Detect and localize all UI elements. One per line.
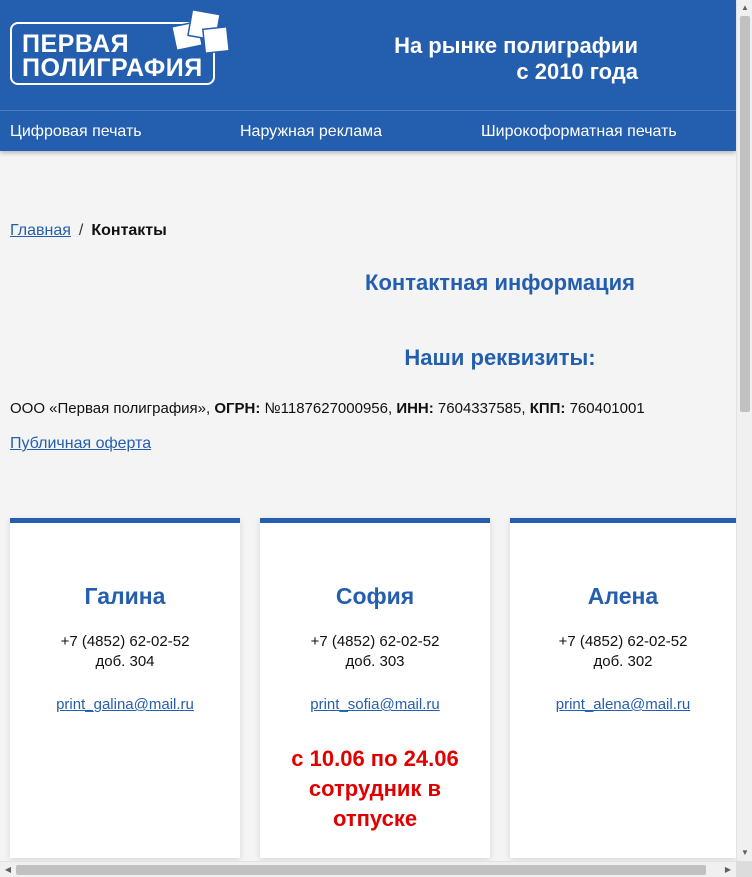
nav-item-digital-print[interactable]: Цифровая печать bbox=[10, 123, 142, 141]
page-title: Контактная информация bbox=[365, 270, 635, 295]
logo-line-2: ПОЛИГРАФИЯ bbox=[22, 54, 203, 82]
site-logo[interactable]: ПЕРВАЯ ПОЛИГРАФИЯ bbox=[10, 8, 231, 85]
company-name: ООО «Первая полиграфия», bbox=[10, 400, 215, 417]
scrollbar-corner bbox=[736, 861, 752, 877]
scroll-right-arrow-icon[interactable]: ▶ bbox=[720, 862, 736, 877]
contact-extension: доб. 304 bbox=[95, 653, 155, 670]
contact-email-link[interactable]: print_sofia@mail.ru bbox=[310, 696, 439, 713]
header-tagline: На рынке полиграфии с 2010 года bbox=[330, 33, 638, 85]
vacation-notice: с 10.06 по 24.06 сотрудник в отпуске bbox=[260, 744, 490, 834]
contact-extension: доб. 303 bbox=[345, 653, 405, 670]
contact-phone: +7 (4852) 62-02-52 bbox=[558, 633, 688, 650]
tagline-line-1: На рынке полиграфии bbox=[394, 33, 638, 58]
contact-name: Алена bbox=[587, 583, 659, 609]
contact-extension: доб. 302 bbox=[593, 653, 653, 670]
breadcrumb-home-link[interactable]: Главная bbox=[10, 222, 71, 239]
contact-email-link[interactable]: print_alena@mail.ru bbox=[556, 696, 690, 713]
company-requisites: ООО «Первая полиграфия», ОГРН: №11876270… bbox=[10, 400, 645, 417]
site-header: ПЕРВАЯ ПОЛИГРАФИЯ На рынке полиграфии с … bbox=[0, 0, 736, 151]
contact-phone: +7 (4852) 62-02-52 bbox=[60, 633, 190, 650]
vacation-notice-line: сотрудник в bbox=[308, 776, 442, 801]
horizontal-scroll-thumb[interactable] bbox=[16, 865, 706, 875]
contact-card-galina: Галина +7 (4852) 62-02-52 доб. 304 print… bbox=[10, 518, 240, 858]
scroll-down-arrow-icon[interactable]: ▼ bbox=[737, 845, 752, 861]
horizontal-scrollbar[interactable]: ◀ ▶ bbox=[0, 861, 736, 877]
public-offer-link[interactable]: Публичная оферта bbox=[10, 435, 151, 453]
breadcrumb: Главная / Контакты bbox=[10, 222, 167, 240]
contact-card-alena: Алена +7 (4852) 62-02-52 доб. 302 print_… bbox=[510, 518, 736, 858]
main-nav: Цифровая печать Наружная реклама Широкоф… bbox=[0, 110, 736, 151]
vacation-notice-line: отпуске bbox=[332, 806, 418, 831]
ogrn-label: ОГРН: bbox=[214, 400, 261, 417]
vertical-scroll-thumb[interactable] bbox=[740, 16, 750, 412]
breadcrumb-separator: / bbox=[78, 222, 84, 239]
inn-value: 7604337585, bbox=[433, 400, 530, 417]
kpp-value: 760401001 bbox=[565, 400, 645, 417]
scroll-left-arrow-icon[interactable]: ◀ bbox=[0, 862, 16, 877]
ogrn-value: №1187627000956, bbox=[260, 400, 397, 417]
vacation-notice-line: с 10.06 по 24.06 bbox=[291, 746, 459, 771]
tagline-line-2: с 2010 года bbox=[516, 59, 638, 84]
inn-label: ИНН: bbox=[396, 400, 434, 417]
nav-item-wide-format-print[interactable]: Широкоформатная печать bbox=[481, 123, 677, 141]
vertical-scrollbar[interactable]: ▲ ▼ bbox=[736, 0, 752, 861]
kpp-label: КПП: bbox=[529, 400, 566, 417]
contact-phone: +7 (4852) 62-02-52 bbox=[310, 633, 440, 650]
nav-item-outdoor-ads[interactable]: Наружная реклама bbox=[240, 123, 382, 141]
scroll-up-arrow-icon[interactable]: ▲ bbox=[737, 0, 752, 16]
contact-name: Галина bbox=[84, 583, 166, 609]
requisites-title: Наши реквизиты: bbox=[404, 345, 596, 370]
contact-email-link[interactable]: print_galina@mail.ru bbox=[56, 696, 194, 713]
logo-text: ПЕРВАЯ ПОЛИГРАФИЯ bbox=[22, 30, 203, 82]
contact-card-sofia: София +7 (4852) 62-02-52 доб. 303 print_… bbox=[260, 518, 490, 858]
breadcrumb-current: Контакты bbox=[91, 222, 167, 239]
contact-name: София bbox=[335, 583, 415, 609]
logo-line-1: ПЕРВАЯ bbox=[22, 30, 130, 58]
